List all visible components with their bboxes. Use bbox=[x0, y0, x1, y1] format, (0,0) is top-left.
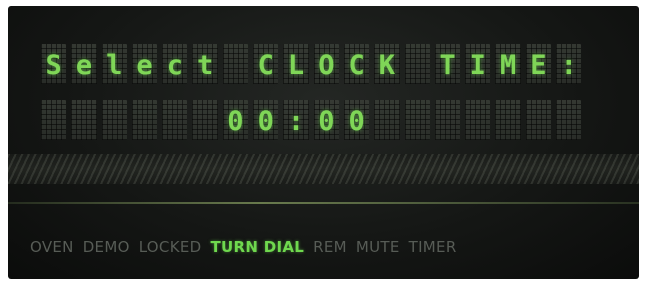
display-char: K bbox=[378, 50, 396, 81]
display-char: T bbox=[439, 50, 456, 81]
display-char: 0 bbox=[227, 106, 244, 137]
status-timer: TIMER bbox=[408, 238, 457, 256]
display-char bbox=[223, 50, 248, 81]
vfd-display-panel: Select CLOCK TIME: 00:00 OVEN DEMO LOCKE… bbox=[8, 6, 639, 279]
display-char: t bbox=[197, 50, 214, 81]
display-char bbox=[102, 106, 127, 137]
display-char bbox=[526, 106, 551, 137]
display-char: C bbox=[348, 50, 365, 81]
display-char bbox=[405, 106, 430, 137]
status-indicator-bar: OVEN DEMO LOCKED TURN DIAL REM MUTE TIME… bbox=[30, 238, 457, 256]
status-rem: REM bbox=[313, 238, 347, 256]
display-char: c bbox=[166, 50, 183, 81]
display-char bbox=[465, 106, 490, 137]
divider-line bbox=[8, 202, 639, 204]
display-line-1: Select CLOCK TIME: bbox=[41, 50, 622, 81]
display-char bbox=[495, 106, 520, 137]
status-demo: DEMO bbox=[82, 238, 130, 256]
display-char: : bbox=[287, 106, 305, 137]
display-char: 0 bbox=[318, 106, 335, 137]
decorative-grille bbox=[8, 154, 639, 184]
status-oven: OVEN bbox=[30, 238, 74, 256]
display-char bbox=[41, 106, 66, 137]
display-char: 0 bbox=[348, 106, 365, 137]
screenshot-frame: Select CLOCK TIME: 00:00 OVEN DEMO LOCKE… bbox=[0, 0, 647, 285]
display-char: E bbox=[530, 50, 547, 81]
display-char bbox=[192, 106, 217, 137]
display-char: : bbox=[560, 50, 577, 81]
display-char bbox=[71, 106, 96, 137]
display-char: M bbox=[499, 50, 517, 81]
display-char: C bbox=[257, 50, 274, 81]
display-char: 0 bbox=[257, 106, 274, 137]
display-char: L bbox=[287, 50, 305, 81]
display-char bbox=[132, 106, 157, 137]
display-char: l bbox=[106, 50, 123, 81]
status-mute: MUTE bbox=[355, 238, 400, 256]
display-char: S bbox=[45, 50, 62, 81]
display-char bbox=[556, 106, 581, 137]
display-char: e bbox=[136, 50, 153, 81]
display-char: e bbox=[75, 50, 93, 81]
display-char bbox=[374, 106, 399, 137]
status-locked: LOCKED bbox=[138, 238, 202, 256]
display-char bbox=[435, 106, 460, 137]
display-char: I bbox=[469, 50, 486, 81]
status-turn-dial: TURN DIAL bbox=[210, 238, 305, 256]
display-line-2: 00:00 bbox=[41, 106, 622, 137]
display-char bbox=[405, 50, 430, 81]
display-char bbox=[162, 106, 187, 137]
display-char: O bbox=[318, 50, 335, 81]
